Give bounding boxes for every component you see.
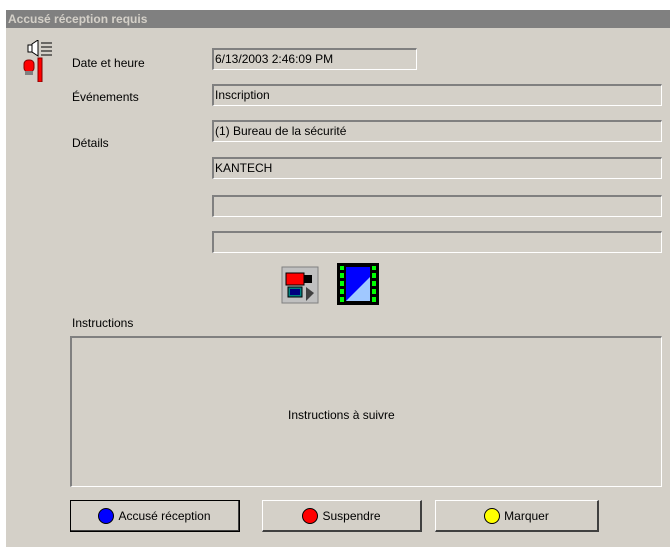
video-camera-icon[interactable]: [278, 263, 320, 308]
details-field-1: (1) Bureau de la sécurité: [212, 120, 662, 142]
date-field: 6/13/2003 2:46:09 PM: [212, 48, 417, 70]
details-field-4: [212, 231, 662, 253]
video-film-icon[interactable]: [337, 263, 379, 308]
alarm-siren-icon: [20, 39, 54, 85]
details-label: Détails: [72, 136, 109, 150]
instructions-label: Instructions: [72, 316, 134, 330]
instructions-text: Instructions à suivre: [288, 408, 395, 422]
details-field-2: KANTECH: [212, 157, 662, 179]
suspend-button-label: Suspendre: [322, 508, 381, 523]
details-field-3: [212, 195, 662, 217]
events-field: Inscription: [212, 84, 662, 106]
window-title: Accusé réception requis: [6, 10, 670, 28]
date-label: Date et heure: [72, 56, 145, 70]
acknowledge-button-label: Accusé réception: [118, 508, 211, 523]
events-label: Événements: [72, 90, 139, 104]
mark-button[interactable]: Marquer: [435, 500, 599, 532]
acknowledge-button[interactable]: Accusé réception: [70, 500, 240, 532]
red-dot-icon: [302, 507, 319, 524]
instructions-box: Instructions à suivre: [70, 336, 662, 487]
yellow-dot-icon: [484, 507, 501, 524]
suspend-button[interactable]: Suspendre: [262, 500, 422, 532]
blue-dot-icon: [98, 507, 115, 524]
acknowledge-dialog: Accusé réception requis Date et heure 6/…: [6, 10, 670, 547]
mark-button-label: Marquer: [504, 508, 549, 523]
